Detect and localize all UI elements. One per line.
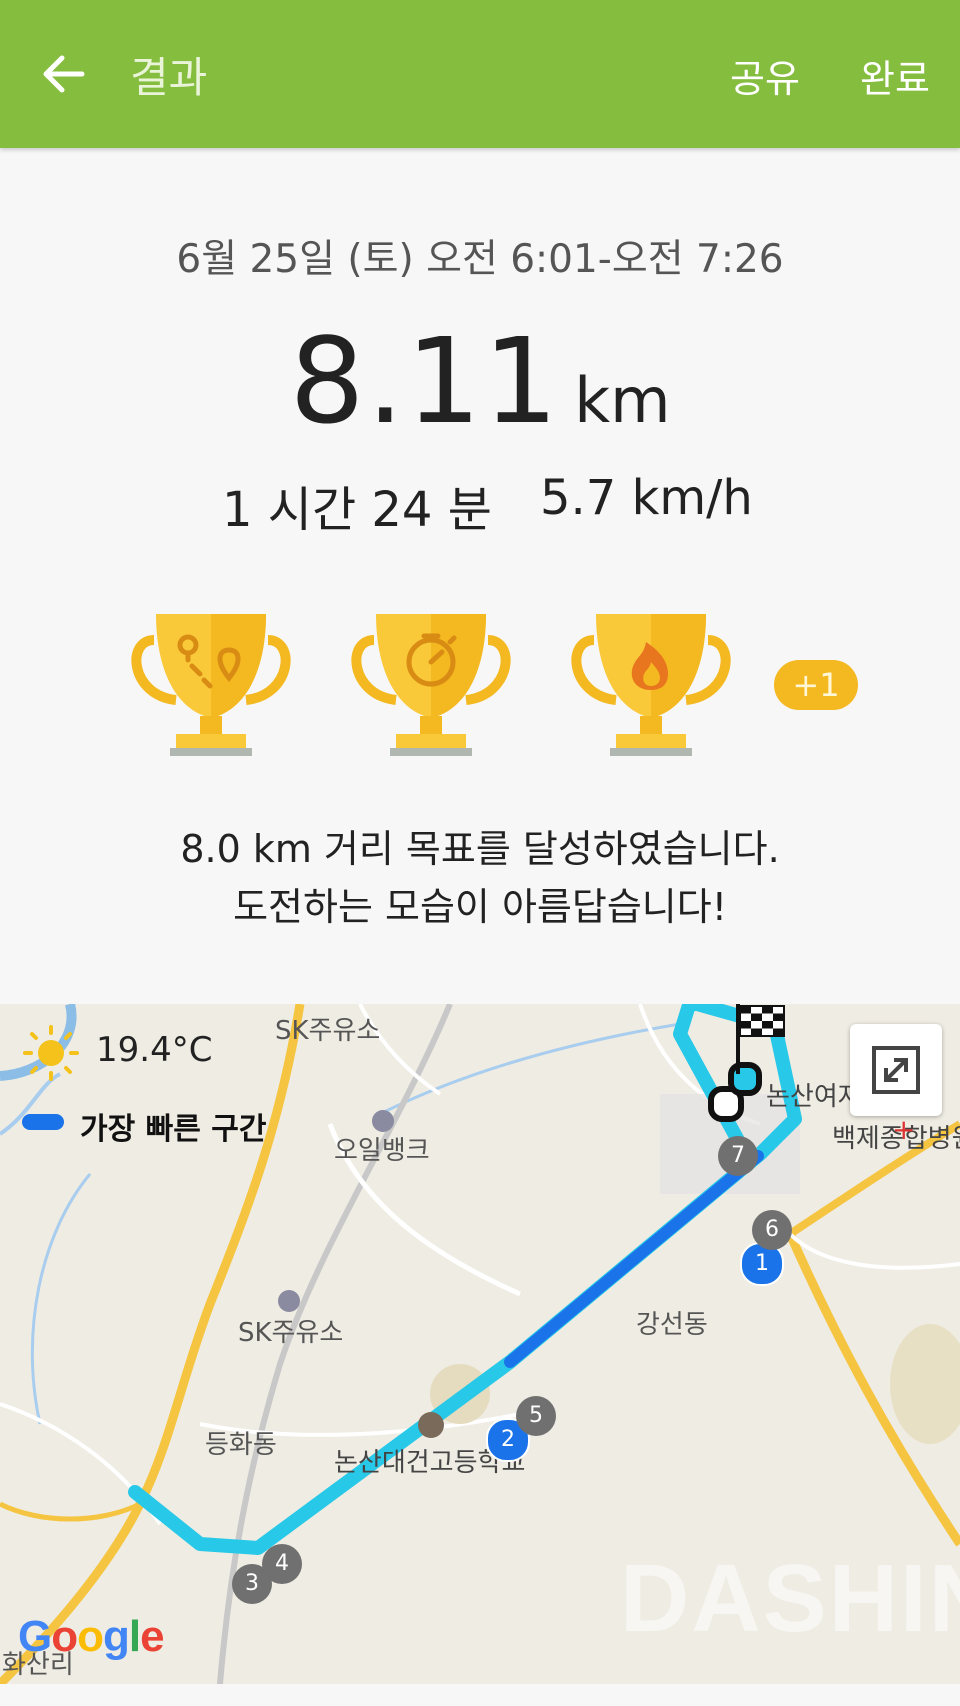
map-label-ganseon: 강선동 — [636, 1310, 708, 1340]
google-letter: o — [51, 1612, 78, 1661]
achievement-message: 8.0 km 거리 목표를 달성하였습니다. 도전하는 모습이 아름답습니다! — [0, 820, 960, 936]
arrow-left-icon — [43, 55, 85, 93]
watermark: DASHIN — [620, 1545, 960, 1652]
weather-info: 19.4°C — [22, 1024, 212, 1082]
page-title: 결과 — [130, 53, 208, 102]
route-map[interactable]: 19.4°C 가장 빠른 구간 SK주유소 오일뱅크 SK주유소 강선동 등화동… — [0, 1004, 960, 1684]
map-label-sk2: SK주유소 — [238, 1318, 344, 1348]
route-marker: 4 — [262, 1544, 302, 1584]
gas-station-icon — [372, 1110, 394, 1132]
duration: 1 시간 24 분 — [222, 482, 492, 538]
sun-icon — [23, 1025, 79, 1081]
google-letter: l — [128, 1612, 141, 1661]
route-marker: 6 — [752, 1210, 792, 1250]
workout-date-range: 6월 25일 (토) 오전 6:01-오전 7:26 — [176, 237, 784, 282]
app-bar: 결과 공유 완료 — [0, 0, 960, 148]
finish-flag-icon — [736, 1004, 785, 1074]
average-speed: 5.7 km/h — [540, 470, 753, 526]
stopwatch-icon — [351, 614, 511, 756]
expand-icon — [872, 1046, 920, 1094]
map-label-sk1: SK주유소 — [275, 1016, 381, 1046]
message-line-1: 8.0 km 거리 목표를 달성하였습니다. — [180, 827, 780, 871]
expand-map-button[interactable] — [850, 1024, 942, 1116]
gas-station-icon — [278, 1290, 300, 1312]
route-marker: 7 — [718, 1136, 758, 1176]
trophy-calories[interactable] — [566, 600, 736, 770]
distance-unit: km — [574, 364, 671, 437]
distance-display: 8.11 km — [0, 322, 960, 440]
google-letter: G — [18, 1612, 52, 1661]
message-line-2: 도전하는 모습이 아름답습니다! — [233, 885, 727, 929]
trophy-distance[interactable] — [126, 600, 296, 770]
trophy-duration[interactable] — [346, 600, 516, 770]
route-marker: 5 — [516, 1396, 556, 1436]
bottom-strip — [0, 1684, 960, 1706]
google-letter: e — [140, 1612, 165, 1661]
map-label-oil-bank: 오일뱅크 — [334, 1136, 430, 1166]
legend-label: 가장 빠른 구간 — [80, 1112, 267, 1147]
route-pins-icon — [131, 614, 291, 756]
distance-value: 8.11 — [289, 312, 561, 450]
done-button[interactable]: 완료 — [860, 48, 930, 103]
google-letter: g — [103, 1612, 130, 1661]
temperature: 19.4°C — [96, 1030, 213, 1070]
flame-icon — [571, 614, 731, 756]
google-logo: Google — [18, 1612, 165, 1662]
share-button[interactable]: 공유 — [730, 48, 800, 103]
map-label-deunghwa: 등화동 — [205, 1430, 277, 1460]
google-letter: o — [77, 1612, 104, 1661]
back-button[interactable] — [38, 48, 90, 100]
hospital-icon: + — [892, 1113, 916, 1146]
legend-swatch — [22, 1114, 64, 1130]
map-label-girls-school: 논산여자 — [766, 1082, 862, 1112]
more-achievements-badge[interactable]: +1 — [774, 660, 858, 710]
school-icon — [418, 1412, 444, 1438]
